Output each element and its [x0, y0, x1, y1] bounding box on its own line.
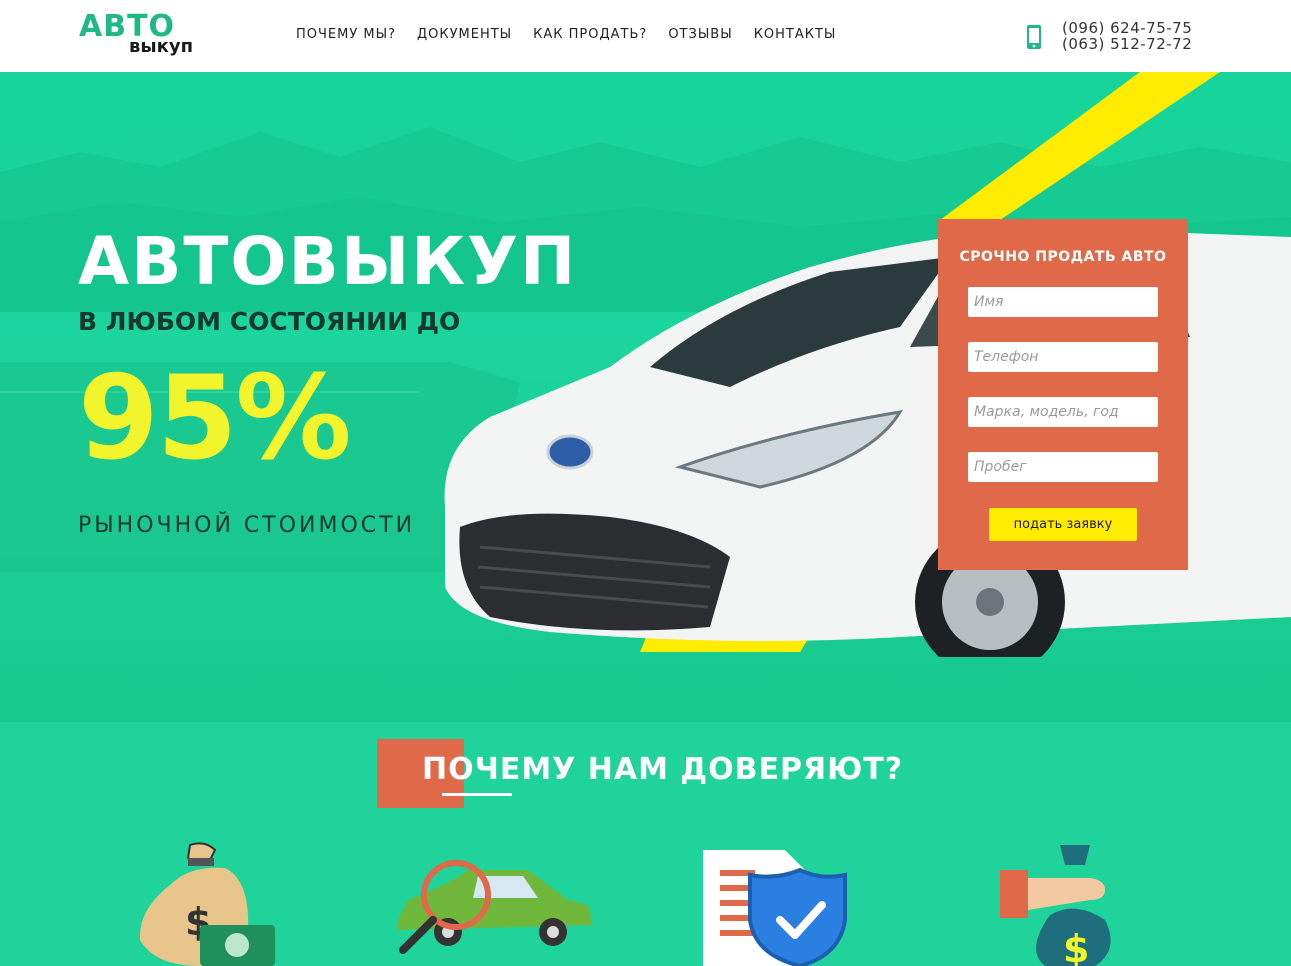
- why-title-underline: [442, 793, 512, 796]
- sell-car-form: СРОЧНО ПРОДАТЬ АВТО подать заявку: [938, 219, 1188, 570]
- submit-request-button[interactable]: подать заявку: [989, 508, 1137, 541]
- form-title: СРОЧНО ПРОДАТЬ АВТО: [959, 249, 1167, 265]
- hero-subtitle: В ЛЮБОМ СОСТОЯНИИ ДО: [78, 307, 461, 336]
- mobile-phone-icon: [1027, 25, 1041, 49]
- hand-money-bag-icon: $: [1000, 845, 1111, 966]
- phone-number-1[interactable]: (096) 624-75-75: [1062, 20, 1192, 36]
- name-field[interactable]: [968, 287, 1158, 317]
- phone-number-2[interactable]: (063) 512-72-72: [1062, 36, 1192, 52]
- main-nav: ПОЧЕМУ МЫ? ДОКУМЕНТЫ КАК ПРОДАТЬ? ОТЗЫВЫ…: [296, 26, 836, 44]
- hero-percent: 95%: [78, 351, 352, 486]
- nav-item-documents[interactable]: ДОКУМЕНТЫ: [417, 26, 512, 44]
- hero-market-text: РЫНОЧНОЙ СТОИМОСТИ: [78, 513, 416, 538]
- document-shield-icon: [703, 850, 847, 966]
- car-model-field[interactable]: [968, 397, 1158, 427]
- phone-field[interactable]: [968, 342, 1158, 372]
- nav-item-how-to-sell[interactable]: КАК ПРОДАТЬ?: [533, 26, 647, 44]
- logo-bottom-text: выкуп: [129, 36, 194, 57]
- car-inspection-icon: [398, 860, 593, 954]
- header-phones: (096) 624-75-75 (063) 512-72-72: [1024, 20, 1194, 56]
- svg-text:$: $: [1063, 927, 1089, 966]
- money-bag-icon: $: [139, 842, 275, 966]
- nav-item-contacts[interactable]: КОНТАКТЫ: [754, 26, 837, 44]
- logo[interactable]: АВТО выкуп: [79, 10, 209, 60]
- nav-item-why-us[interactable]: ПОЧЕМУ МЫ?: [296, 26, 396, 44]
- nav-item-reviews[interactable]: ОТЗЫВЫ: [668, 26, 732, 44]
- mileage-field[interactable]: [968, 452, 1158, 482]
- site-header: АВТО выкуп ПОЧЕМУ МЫ? ДОКУМЕНТЫ КАК ПРОД…: [0, 0, 1291, 72]
- why-section-title: ПОЧЕМУ НАМ ДОВЕРЯЮТ?: [422, 752, 904, 787]
